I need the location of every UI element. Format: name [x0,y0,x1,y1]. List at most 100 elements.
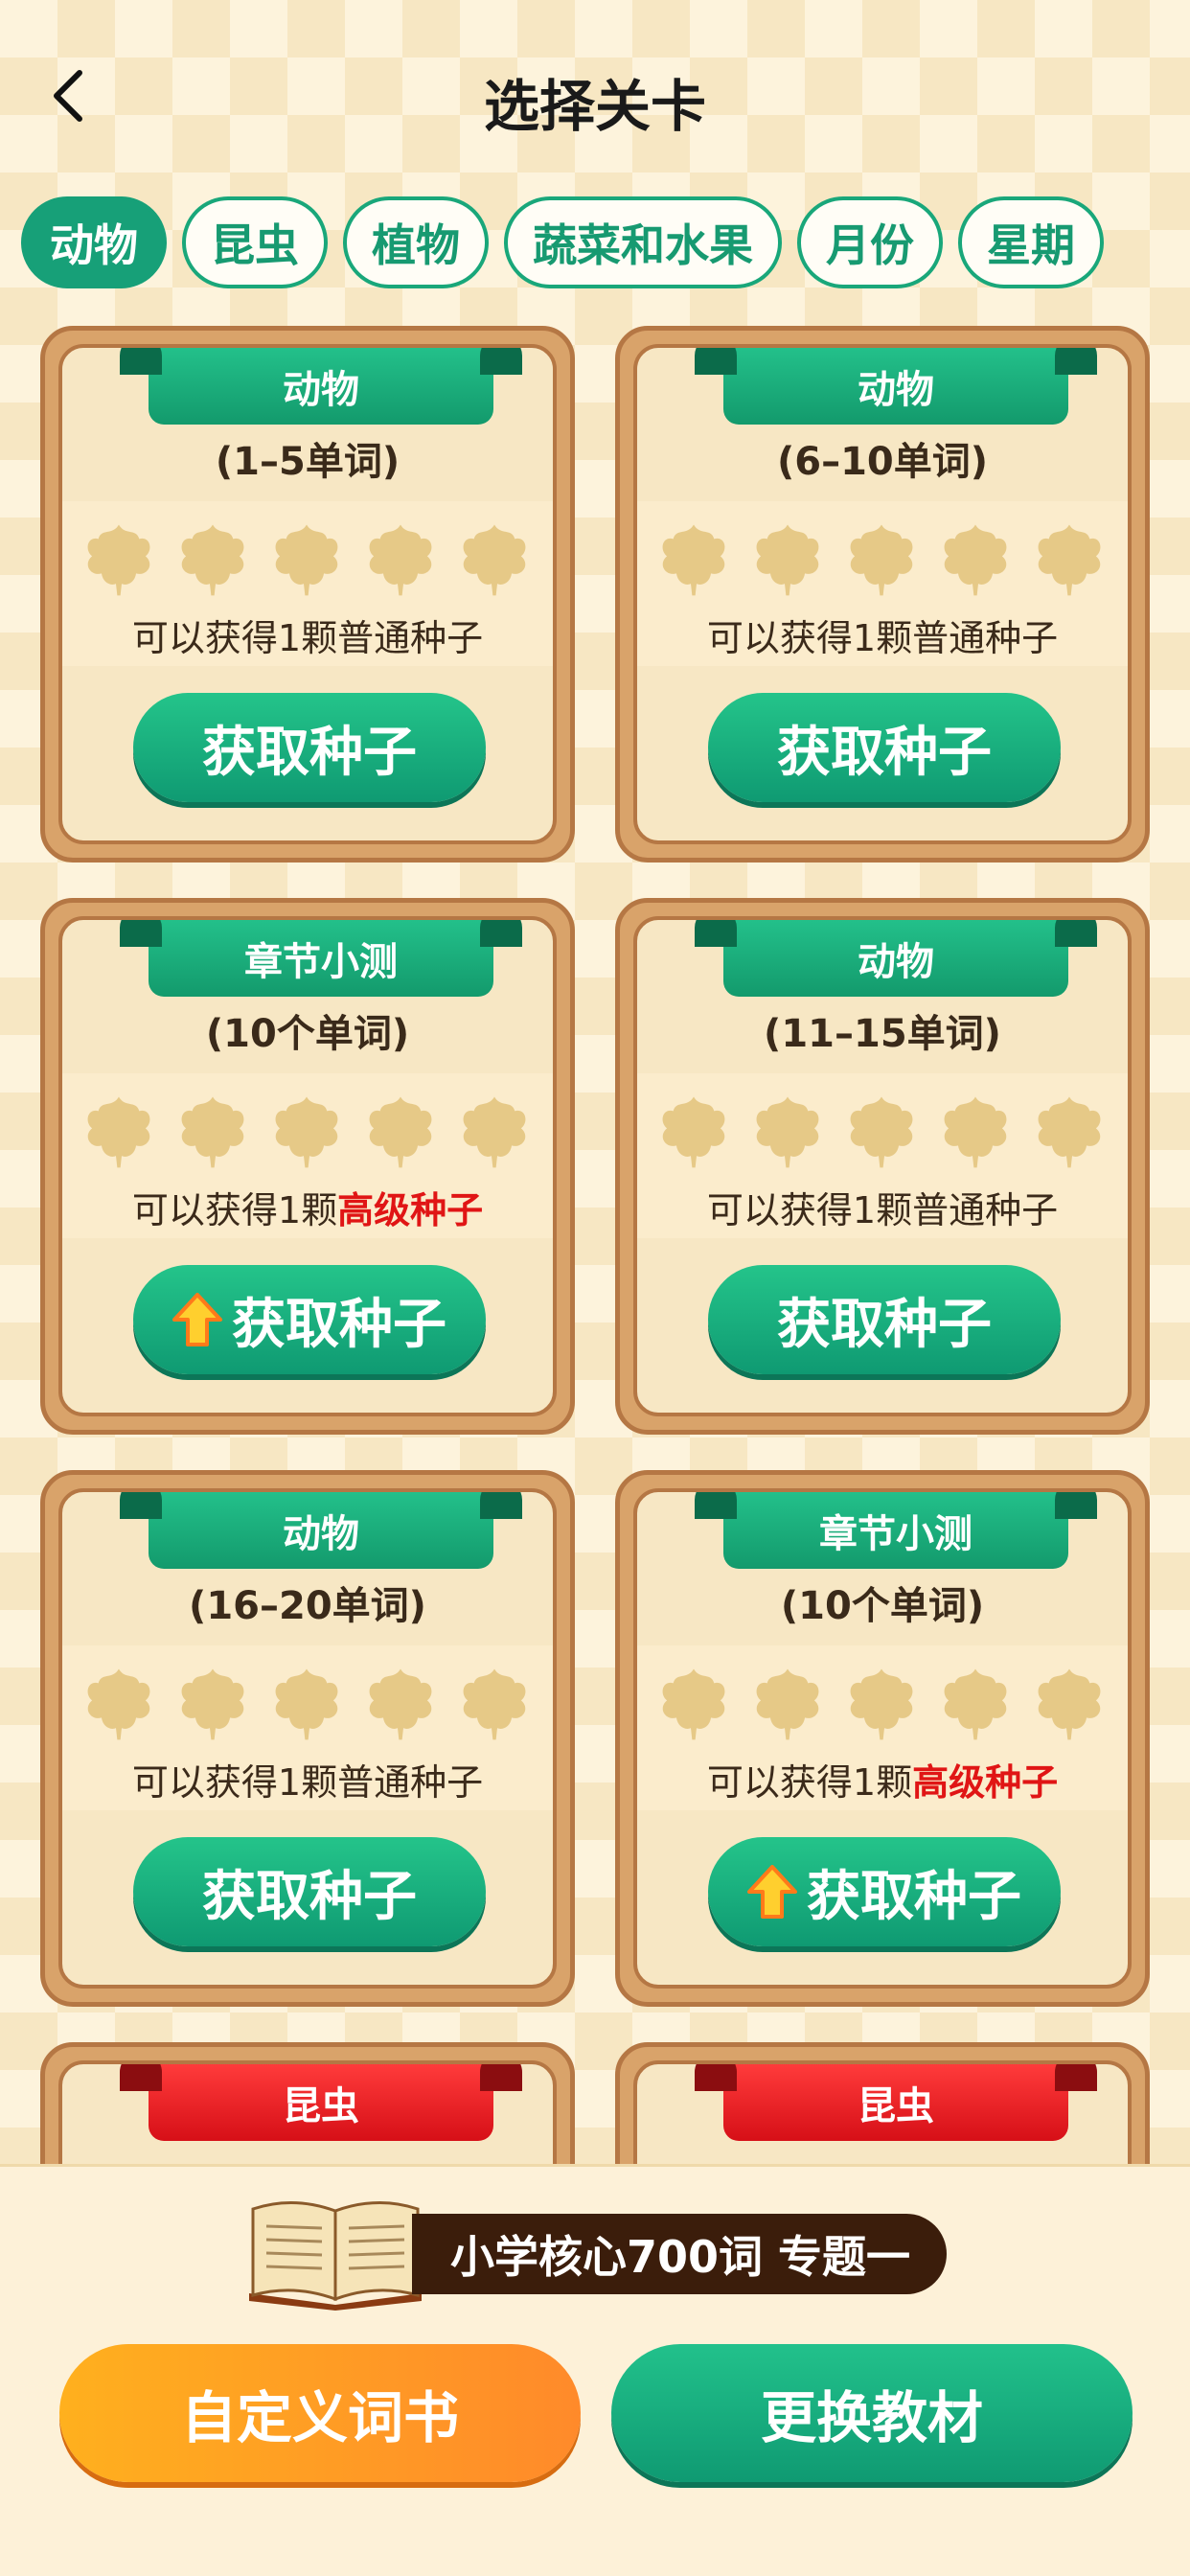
tab-weekdays[interactable]: 星期 [958,196,1104,288]
reward-prefix: 可以获得1颗 [131,617,338,659]
level-card-inner: 章节小测 (10个单词) 可以获得1颗高级种子 获取种子 [58,916,557,1416]
level-card-inner: 动物 (1–5单词) 可以获得1颗普通种子 获取种子 [58,344,557,844]
level-title: 动物 [695,920,1097,997]
leaf-icon [662,1096,725,1168]
leaf-rating [654,518,1109,597]
level-title: 昆虫 [695,2064,1097,2141]
level-card: 动物 (11–15单词) 可以获得1颗普通种子 获取种子 [615,898,1150,1435]
leaf-icon [87,524,150,596]
page-title: 选择关卡 [483,74,706,139]
leaf-icon [369,1096,432,1168]
arrow-up-icon [172,1293,222,1346]
level-title: 章节小测 [120,920,522,997]
leaf-icon [662,1668,725,1740]
leaf-icon [275,524,338,596]
leaf-rating [654,1663,1109,1741]
leaf-icon [463,1668,526,1740]
reward-prefix: 可以获得1颗 [131,1189,338,1231]
level-card: 章节小测 (10个单词) 可以获得1颗高级种子 获取种子 [40,898,575,1435]
word-range: (10个单词) [205,1012,410,1056]
leaf-icon [181,1096,244,1168]
level-card-inner: 动物 (11–15单词) 可以获得1颗普通种子 获取种子 [633,916,1132,1416]
leaf-icon [181,1668,244,1740]
leaf-icon [463,524,526,596]
leaf-rating [80,1091,534,1169]
tab-animals[interactable]: 动物 [21,196,167,288]
level-card: 动物 (16–20单词) 可以获得1颗普通种子 获取种子 [40,1470,575,2007]
reward-seed-premium: 高级种子 [912,1761,1059,1804]
leaf-icon [1038,1668,1101,1740]
leaf-icon [850,1668,913,1740]
reward-seed-premium: 高级种子 [337,1189,484,1231]
leaf-icon [1038,524,1101,596]
reward-text: 可以获得1颗普通种子 [637,609,1128,661]
leaf-icon [662,524,725,596]
reward-seed: 普通种子 [912,617,1059,659]
leaf-rating [80,1663,534,1741]
get-seed-button[interactable]: 获取种子 [133,693,486,802]
level-card-inner: 动物 (6–10单词) 可以获得1颗普通种子 获取种子 [633,344,1132,844]
level-card-inner: 动物 (16–20单词) 可以获得1颗普通种子 获取种子 [58,1488,557,1989]
level-card: 章节小测 (10个单词) 可以获得1颗高级种子 获取种子 [615,1470,1150,2007]
button-label: 获取种子 [777,721,992,784]
word-range: (10个单词) [780,1584,985,1628]
level-card: 动物 (6–10单词) 可以获得1颗普通种子 获取种子 [615,326,1150,862]
reward-seed: 普通种子 [337,1761,484,1804]
tab-plants[interactable]: 植物 [343,196,489,288]
reward-text: 可以获得1颗普通种子 [637,1181,1128,1233]
level-title: 动物 [120,348,522,425]
tab-vegetables-fruits[interactable]: 蔬菜和水果 [504,196,782,288]
leaf-icon [369,1668,432,1740]
category-tabs: 动物 昆虫 植物 蔬菜和水果 月份 星期 [21,196,1104,288]
leaf-icon [756,1668,819,1740]
reward-seed: 普通种子 [337,617,484,659]
tab-insects[interactable]: 昆虫 [182,196,328,288]
leaf-icon [1038,1096,1101,1168]
leaf-icon [944,524,1007,596]
leaf-icon [87,1096,150,1168]
reward-text: 可以获得1颗高级种子 [637,1753,1128,1806]
get-seed-button[interactable]: 获取种子 [133,1265,486,1374]
word-range: (6–10单词) [776,440,989,484]
leaf-icon [275,1096,338,1168]
arrow-up-icon [747,1865,797,1919]
leaf-rating [80,518,534,597]
leaf-icon [944,1668,1007,1740]
leaf-icon [463,1096,526,1168]
leaf-rating [654,1091,1109,1169]
word-range: (11–15单词) [764,1012,1001,1056]
get-seed-button[interactable]: 获取种子 [708,1837,1061,1946]
reward-seed: 普通种子 [912,1189,1059,1231]
get-seed-button[interactable]: 获取种子 [708,1265,1061,1374]
header: 选择关卡 [0,0,1190,192]
tab-months[interactable]: 月份 [797,196,943,288]
word-range: (16–20单词) [189,1584,426,1628]
button-label: 获取种子 [807,1865,1021,1928]
reward-prefix: 可以获得1颗 [131,1761,338,1804]
change-textbook-button[interactable]: 更换教材 [611,2344,1133,2482]
custom-wordbook-button[interactable]: 自定义词书 [59,2344,581,2482]
reward-prefix: 可以获得1颗 [706,1761,913,1804]
leaf-icon [275,1668,338,1740]
leaf-icon [850,524,913,596]
get-seed-button[interactable]: 获取种子 [133,1837,486,1946]
reward-prefix: 可以获得1颗 [706,1189,913,1231]
get-seed-button[interactable]: 获取种子 [708,693,1061,802]
level-title: 昆虫 [120,2064,522,2141]
leaf-icon [87,1668,150,1740]
leaf-icon [756,524,819,596]
leaf-icon [756,1096,819,1168]
book-icon [249,2201,422,2311]
level-card-inner: 章节小测 (10个单词) 可以获得1颗高级种子 获取种子 [633,1488,1132,1989]
level-card: 动物 (1–5单词) 可以获得1颗普通种子 获取种子 [40,326,575,862]
leaf-icon [944,1096,1007,1168]
word-range: (1–5单词) [215,440,400,484]
wordbook-topic[interactable]: 小学核心700词 专题一 [412,2214,947,2294]
leaf-icon [181,524,244,596]
reward-text: 可以获得1颗普通种子 [62,609,553,661]
leaf-icon [369,524,432,596]
button-label: 获取种子 [202,1865,417,1928]
button-label: 获取种子 [202,721,417,784]
level-title: 动物 [120,1492,522,1569]
reward-text: 可以获得1颗普通种子 [62,1753,553,1806]
